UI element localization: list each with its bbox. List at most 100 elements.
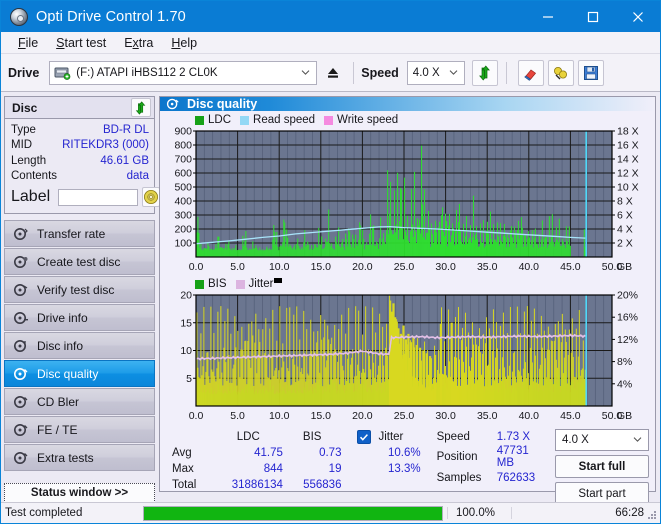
status-window-button[interactable]: Status window >> bbox=[4, 483, 155, 503]
menu-start-test[interactable]: Start test bbox=[47, 34, 115, 52]
stats-panel: LDC BIS Avg 41.75 0.73 Max 844 19 Total … bbox=[160, 426, 655, 505]
chevron-down-icon[interactable] bbox=[301, 67, 310, 76]
maximize-icon[interactable] bbox=[570, 1, 615, 32]
disc-test-icon bbox=[13, 338, 29, 354]
status-bar: Test completed 100.0% 66:28 bbox=[1, 502, 660, 523]
svg-text:4%: 4% bbox=[617, 378, 632, 390]
menu-file[interactable]: FFileile bbox=[9, 34, 47, 52]
disc-row-length: Length 46.61 GB bbox=[11, 153, 149, 169]
refresh-icon[interactable] bbox=[131, 98, 151, 117]
menu-help[interactable]: Help bbox=[162, 34, 206, 52]
sidebar-item-label: Drive info bbox=[37, 310, 88, 325]
window-title: Opti Drive Control 1.70 bbox=[36, 8, 186, 25]
content-panel: Disc quality LDC Read speed Write speed … bbox=[159, 96, 656, 505]
drive-label: Drive bbox=[8, 65, 40, 80]
resize-grip-icon[interactable] bbox=[646, 509, 657, 520]
sidebar-item-transfer-rate[interactable]: Transfer rate bbox=[4, 220, 155, 247]
sidebar-item-drive-info[interactable]: Drive info bbox=[4, 304, 155, 331]
disc-row-key: Type bbox=[11, 123, 36, 136]
svg-text:600: 600 bbox=[174, 168, 192, 180]
max-bis: 19 bbox=[328, 462, 342, 475]
minimize-icon[interactable] bbox=[525, 1, 570, 32]
legend-item-bis: BIS bbox=[195, 278, 227, 290]
ldc-chart[interactable]: 100 200 300 400 500 600 700 800 900 2 X 4 X 6 X 8 X 1… bbox=[163, 127, 652, 275]
jitter-avg: 10.6% bbox=[388, 447, 421, 459]
progress-bar bbox=[143, 505, 443, 521]
disc-row-key: MID bbox=[11, 139, 33, 152]
eject-button[interactable] bbox=[320, 60, 347, 85]
sidebar-item-fe-te[interactable]: FE / TE bbox=[4, 416, 155, 443]
jitter-header-row: Jitter bbox=[357, 429, 430, 445]
svg-text:15.0: 15.0 bbox=[311, 261, 332, 273]
svg-text:40.0: 40.0 bbox=[519, 410, 540, 422]
disc-row-contents: Contents data bbox=[11, 169, 149, 185]
bis-chart-legend: BIS Jitter bbox=[163, 277, 652, 291]
speed-select[interactable]: 4.0 X bbox=[406, 60, 465, 85]
legend-item-jitter: Jitter bbox=[235, 278, 283, 290]
disc-test-icon bbox=[13, 394, 29, 410]
bis-jitter-chart[interactable]: 5 10 15 20 4% 8% 12% 16% 20% 0.0 5.0 10.0 15.0 20.0 25… bbox=[163, 291, 652, 424]
svg-text:16 X: 16 X bbox=[617, 140, 639, 152]
disc-row-mid: MID RITEKDR3 (000) bbox=[11, 138, 149, 154]
disc-panel-header: Disc bbox=[5, 97, 154, 119]
table-row: Samples 762633 bbox=[437, 470, 549, 486]
table-row: Avg 41.75 0.73 bbox=[172, 445, 341, 461]
legend-item-ldc: LDC bbox=[195, 114, 231, 126]
svg-text:700: 700 bbox=[174, 154, 192, 166]
svg-text:40.0: 40.0 bbox=[519, 261, 540, 273]
disc-quality-icon bbox=[166, 97, 180, 111]
svg-text:900: 900 bbox=[174, 127, 192, 138]
speed-value: 4.0 X bbox=[412, 66, 440, 79]
svg-text:12 X: 12 X bbox=[617, 168, 639, 180]
refresh-icon[interactable] bbox=[471, 59, 498, 86]
sidebar-item-label: CD Bler bbox=[37, 394, 80, 409]
sidebar-item-extra-tests[interactable]: Extra tests bbox=[4, 444, 155, 471]
legend-label: BIS bbox=[208, 278, 227, 290]
svg-text:20.0: 20.0 bbox=[352, 261, 373, 273]
svg-text:100: 100 bbox=[174, 238, 192, 250]
svg-text:8%: 8% bbox=[617, 356, 632, 368]
disc-label-input[interactable] bbox=[58, 188, 139, 206]
chevron-down-icon[interactable] bbox=[449, 67, 458, 76]
sidebar-item-disc-info[interactable]: Disc info bbox=[4, 332, 155, 359]
test-speed-select[interactable]: 4.0 X bbox=[555, 429, 649, 451]
menu-extra[interactable]: Extra bbox=[115, 34, 162, 52]
row-key-avg: Avg bbox=[172, 446, 192, 459]
svg-text:30.0: 30.0 bbox=[435, 261, 456, 273]
drive-select[interactable]: (F:) ATAPI iHBS112 2 CL0K bbox=[49, 60, 318, 85]
close-icon[interactable] bbox=[615, 1, 660, 32]
disc-test-icon bbox=[13, 450, 29, 466]
svg-text:25.0: 25.0 bbox=[394, 410, 415, 422]
start-full-button[interactable]: Start full bbox=[555, 455, 649, 478]
disc-row-key: Contents bbox=[11, 170, 58, 183]
position-value: 47731 MB bbox=[496, 445, 529, 469]
bulb-icon[interactable] bbox=[547, 59, 574, 86]
speed-label: Speed bbox=[361, 65, 399, 80]
jitter-avg-row: 10.6% bbox=[357, 445, 430, 461]
svg-text:16%: 16% bbox=[617, 312, 638, 324]
sidebar-item-cd-bler[interactable]: CD Bler bbox=[4, 388, 155, 415]
disc-row-type: Type BD-R DL bbox=[11, 122, 149, 138]
svg-text:10 X: 10 X bbox=[617, 182, 639, 194]
total-ldc: 31886134 bbox=[231, 478, 283, 491]
save-icon[interactable] bbox=[577, 59, 604, 86]
disc-test-icon bbox=[13, 282, 29, 298]
table-row: Position 47731 MB bbox=[437, 445, 549, 470]
svg-text:5.0: 5.0 bbox=[230, 261, 245, 273]
table-row: Speed 1.73 X bbox=[437, 429, 549, 445]
sidebar-item-create-test-disc[interactable]: Create test disc bbox=[4, 248, 155, 275]
cd-icon[interactable] bbox=[142, 187, 161, 207]
max-ldc: 844 bbox=[263, 462, 283, 475]
jitter-checkbox[interactable] bbox=[357, 430, 372, 444]
eraser-icon[interactable] bbox=[517, 59, 544, 86]
sidebar-item-disc-quality[interactable]: Disc quality bbox=[4, 360, 155, 387]
test-speed-value: 4.0 X bbox=[562, 434, 589, 446]
svg-text:6 X: 6 X bbox=[617, 210, 633, 222]
svg-text:0.0: 0.0 bbox=[189, 410, 204, 422]
svg-text:18 X: 18 X bbox=[617, 127, 639, 138]
chevron-down-icon[interactable] bbox=[633, 435, 642, 444]
legend-swatch bbox=[240, 115, 250, 125]
sidebar-item-verify-test-disc[interactable]: Verify test disc bbox=[4, 276, 155, 303]
sidebar-item-label: Extra tests bbox=[37, 450, 94, 465]
toolbar-divider bbox=[353, 61, 355, 84]
